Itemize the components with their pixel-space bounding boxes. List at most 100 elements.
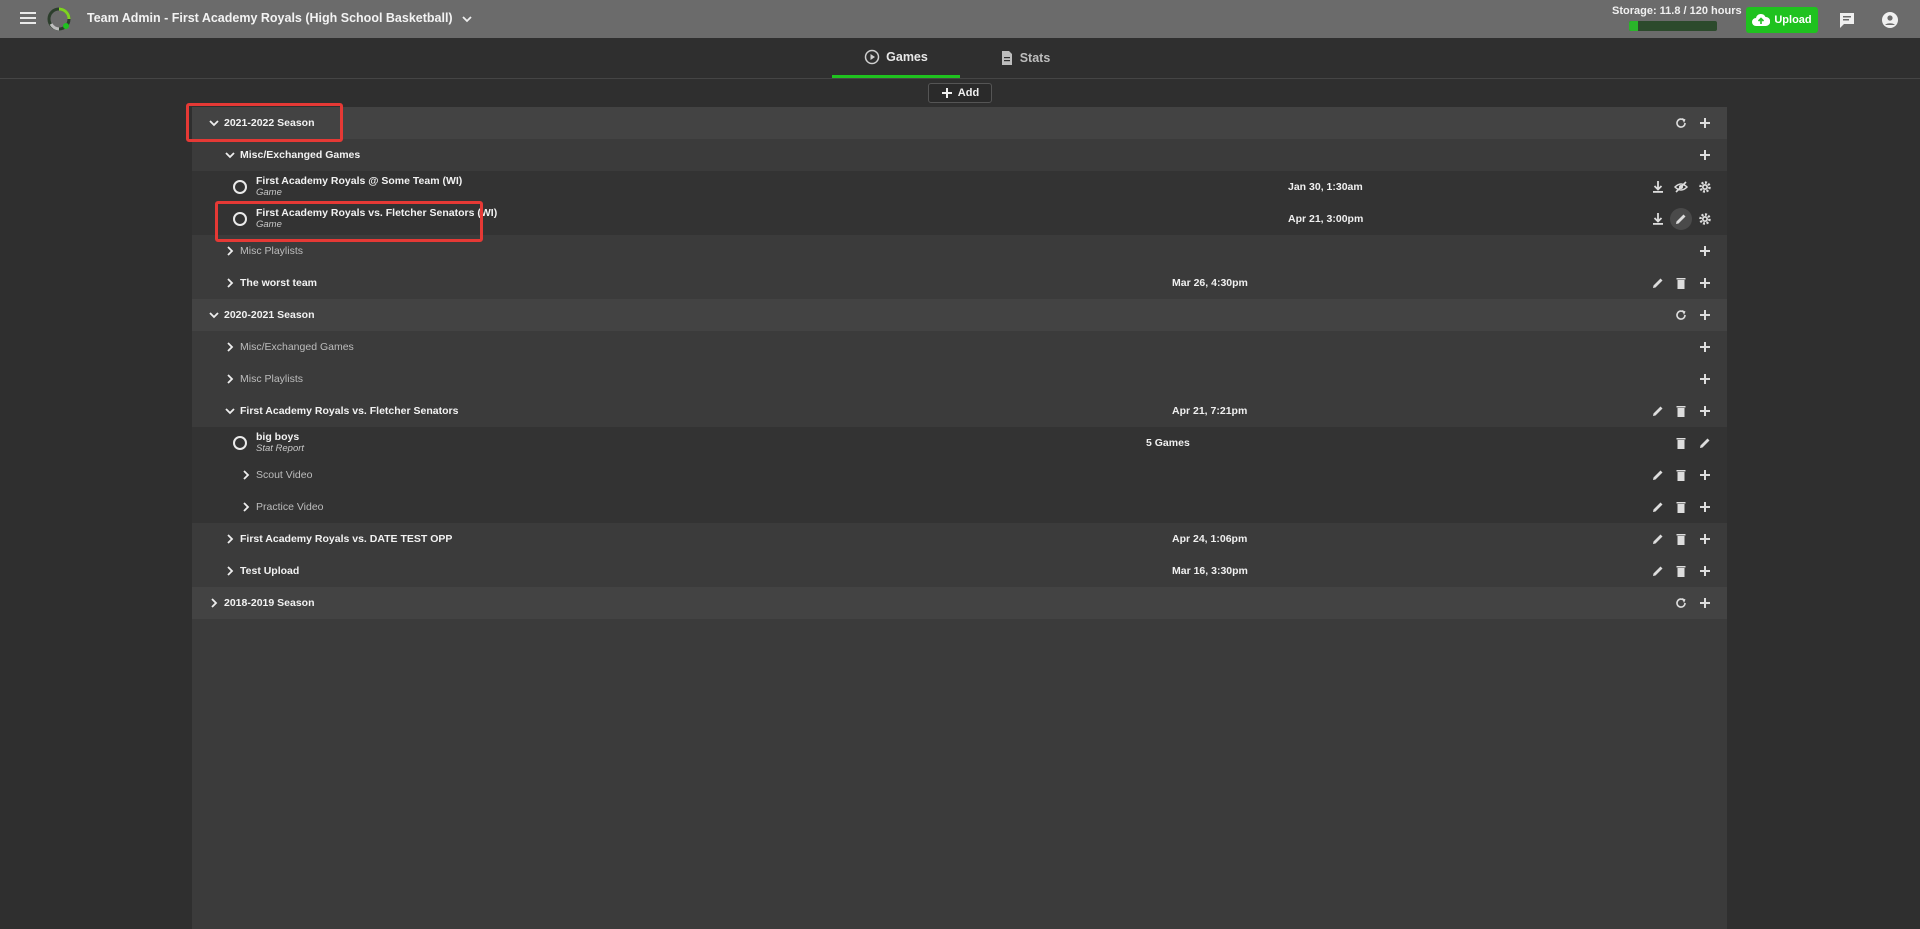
report-count: 5 Games bbox=[1146, 437, 1190, 449]
pencil-icon[interactable] bbox=[1651, 564, 1665, 578]
add-button[interactable]: Add bbox=[928, 83, 992, 103]
pencil-icon[interactable] bbox=[1698, 436, 1712, 450]
folder-row-worst-team[interactable]: The worst team Mar 26, 4:30pm bbox=[192, 267, 1727, 299]
game-date: Jan 30, 1:30am bbox=[1288, 181, 1363, 193]
plus-icon[interactable] bbox=[1698, 148, 1712, 162]
pencil-icon[interactable] bbox=[1651, 468, 1665, 482]
folder-row-misc-exchanged[interactable]: Misc/Exchanged Games bbox=[192, 139, 1727, 171]
pencil-icon[interactable] bbox=[1651, 532, 1665, 546]
folder-row-test-upload[interactable]: Test Upload Mar 16, 3:30pm bbox=[192, 555, 1727, 587]
folder-row-fletcher[interactable]: First Academy Royals vs. Fletcher Senato… bbox=[192, 395, 1727, 427]
chevron-right-icon[interactable] bbox=[209, 598, 219, 608]
pencil-icon[interactable] bbox=[1651, 500, 1665, 514]
folder-label: Misc Playlists bbox=[240, 373, 304, 385]
plus-icon[interactable] bbox=[1698, 116, 1712, 130]
tab-games[interactable]: Games bbox=[832, 38, 960, 78]
trash-icon[interactable] bbox=[1674, 564, 1688, 578]
gear-icon[interactable] bbox=[1698, 212, 1712, 226]
team-title: Team Admin - First Academy Royals (High … bbox=[87, 11, 453, 25]
chevron-right-icon[interactable] bbox=[225, 374, 235, 384]
pencil-icon[interactable] bbox=[1651, 404, 1665, 418]
season-label: 2018-2019 Season bbox=[224, 597, 315, 609]
plus-icon[interactable] bbox=[1698, 308, 1712, 322]
plus-icon[interactable] bbox=[1698, 500, 1712, 514]
game-row-fletcher-wi[interactable]: First Academy Royals vs. Fletcher Senato… bbox=[192, 203, 1727, 235]
trash-icon[interactable] bbox=[1674, 500, 1688, 514]
plus-icon[interactable] bbox=[1698, 244, 1712, 258]
folder-label: First Academy Royals vs. Fletcher Senato… bbox=[240, 405, 459, 417]
trash-icon[interactable] bbox=[1674, 532, 1688, 546]
plus-icon[interactable] bbox=[1698, 564, 1712, 578]
folder-row-misc-playlists[interactable]: Misc Playlists bbox=[192, 363, 1727, 395]
game-type: Game bbox=[256, 219, 282, 230]
plus-icon[interactable] bbox=[1698, 276, 1712, 290]
team-selector[interactable]: Team Admin - First Academy Royals (High … bbox=[87, 11, 472, 25]
plus-icon[interactable] bbox=[1698, 532, 1712, 546]
plus-icon[interactable] bbox=[1698, 468, 1712, 482]
chevron-right-icon[interactable] bbox=[225, 246, 235, 256]
stat-report-row[interactable]: big boys Stat Report 5 Games bbox=[192, 427, 1727, 459]
chevron-right-icon[interactable] bbox=[241, 470, 251, 480]
chevron-down-icon bbox=[462, 16, 472, 22]
chevron-right-icon[interactable] bbox=[241, 502, 251, 512]
pencil-icon[interactable] bbox=[1651, 276, 1665, 290]
trash-icon[interactable] bbox=[1674, 468, 1688, 482]
chevron-down-icon[interactable] bbox=[225, 406, 235, 416]
menu-icon[interactable] bbox=[20, 12, 36, 26]
chevron-right-icon[interactable] bbox=[225, 342, 235, 352]
trash-icon[interactable] bbox=[1674, 436, 1688, 450]
folder-row-misc-exchanged[interactable]: Misc/Exchanged Games bbox=[192, 331, 1727, 363]
select-radio[interactable] bbox=[233, 180, 247, 194]
chevron-down-icon[interactable] bbox=[225, 150, 235, 160]
chevron-right-icon[interactable] bbox=[225, 566, 235, 576]
eye-off-icon[interactable] bbox=[1674, 180, 1688, 194]
folder-row-scout-video[interactable]: Scout Video bbox=[192, 459, 1727, 491]
chevron-right-icon[interactable] bbox=[225, 534, 235, 544]
game-type: Game bbox=[256, 187, 282, 198]
edit-button[interactable] bbox=[1670, 208, 1692, 230]
chevron-down-icon[interactable] bbox=[209, 118, 219, 128]
plus-icon bbox=[941, 88, 952, 98]
chevron-down-icon[interactable] bbox=[209, 310, 219, 320]
plus-icon[interactable] bbox=[1698, 596, 1712, 610]
tab-bar: Games Stats bbox=[0, 38, 1920, 79]
season-label: 2021-2022 Season bbox=[224, 117, 315, 129]
season-row-2018-2019[interactable]: 2018-2019 Season bbox=[192, 587, 1727, 619]
folder-row-date-test[interactable]: First Academy Royals vs. DATE TEST OPP A… bbox=[192, 523, 1727, 555]
folder-label: Test Upload bbox=[240, 565, 300, 577]
season-row-2021-2022[interactable]: 2021-2022 Season bbox=[192, 107, 1727, 139]
game-row-some-team[interactable]: First Academy Royals @ Some Team (WI) Ga… bbox=[192, 171, 1727, 203]
account-icon[interactable] bbox=[1880, 10, 1900, 30]
download-icon[interactable] bbox=[1651, 180, 1665, 194]
folder-label: First Academy Royals vs. DATE TEST OPP bbox=[240, 533, 453, 545]
folder-label: Practice Video bbox=[256, 501, 324, 513]
storage-fill bbox=[1629, 21, 1638, 31]
plus-icon[interactable] bbox=[1698, 340, 1712, 354]
refresh-icon[interactable] bbox=[1674, 308, 1688, 322]
tab-stats[interactable]: Stats bbox=[990, 38, 1060, 78]
pencil-icon bbox=[1676, 214, 1686, 224]
refresh-icon[interactable] bbox=[1674, 596, 1688, 610]
trash-icon[interactable] bbox=[1674, 404, 1688, 418]
plus-icon[interactable] bbox=[1698, 372, 1712, 386]
download-icon[interactable] bbox=[1651, 212, 1665, 226]
chat-icon[interactable] bbox=[1837, 10, 1857, 30]
folder-date: Mar 16, 3:30pm bbox=[1172, 565, 1248, 577]
game-title: First Academy Royals vs. Fletcher Senato… bbox=[256, 207, 498, 219]
season-row-2020-2021[interactable]: 2020-2021 Season bbox=[192, 299, 1727, 331]
folder-row-practice-video[interactable]: Practice Video bbox=[192, 491, 1727, 523]
top-bar: Team Admin - First Academy Royals (High … bbox=[0, 0, 1920, 38]
chevron-right-icon[interactable] bbox=[225, 278, 235, 288]
folder-label: Misc/Exchanged Games bbox=[240, 341, 354, 353]
select-radio[interactable] bbox=[233, 436, 247, 450]
upload-button[interactable]: Upload bbox=[1746, 7, 1818, 33]
plus-icon[interactable] bbox=[1698, 404, 1712, 418]
games-tree: 2021-2022 Season Misc/Exchanged Games Fi… bbox=[192, 107, 1727, 929]
refresh-icon[interactable] bbox=[1674, 116, 1688, 130]
storage-indicator: Storage: 11.8 / 120 hours bbox=[1612, 5, 1742, 31]
gear-icon[interactable] bbox=[1698, 180, 1712, 194]
select-radio[interactable] bbox=[233, 212, 247, 226]
folder-row-misc-playlists[interactable]: Misc Playlists bbox=[192, 235, 1727, 267]
logo[interactable] bbox=[46, 6, 72, 32]
trash-icon[interactable] bbox=[1674, 276, 1688, 290]
